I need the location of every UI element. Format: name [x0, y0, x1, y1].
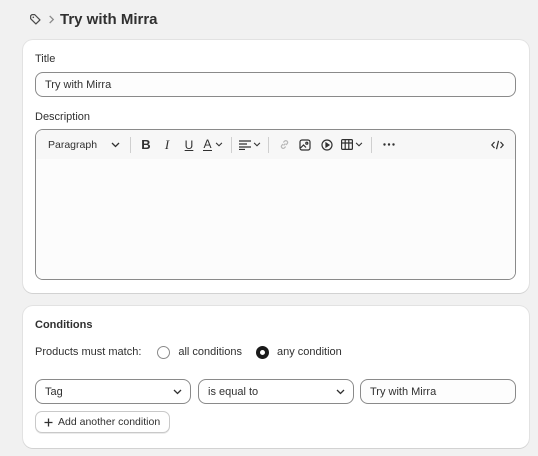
add-condition-label: Add another condition [58, 416, 161, 428]
breadcrumb-chevron-icon [48, 14, 55, 24]
italic-button[interactable]: I [156, 134, 178, 156]
text-color-button[interactable]: A [200, 134, 226, 156]
tag-icon[interactable] [28, 12, 42, 26]
page-title: Try with Mirra [60, 10, 158, 28]
condition-field-value: Tag [45, 385, 63, 398]
title-input[interactable]: Try with Mirra [35, 72, 516, 97]
chevron-down-icon [253, 142, 261, 147]
conditions-title: Conditions [35, 319, 93, 331]
condition-operator-value: is equal to [208, 385, 259, 398]
radio-any-condition-label[interactable]: any condition [277, 346, 342, 358]
paragraph-format-label: Paragraph [48, 138, 98, 151]
condition-value-text: Try with Mirra [370, 385, 437, 398]
toolbar-divider [130, 136, 131, 153]
details-card: Title Try with Mirra Description Paragra… [23, 40, 529, 293]
editor-toolbar: Paragraph B I U A [36, 130, 515, 159]
chevron-down-icon [173, 389, 182, 394]
align-left-icon [239, 139, 251, 150]
link-button[interactable] [274, 134, 294, 156]
image-icon [299, 138, 311, 151]
radio-all-conditions[interactable] [157, 345, 171, 359]
description-label: Description [35, 111, 91, 123]
toolbar-divider [231, 136, 232, 153]
page-header: Try with Mirra [28, 8, 158, 30]
chevron-down-icon [336, 389, 345, 394]
bold-button[interactable]: B [136, 134, 156, 156]
chevron-down-icon [355, 142, 363, 147]
title-label: Title [35, 53, 56, 65]
show-html-button[interactable] [487, 134, 507, 156]
underline-icon: U [184, 137, 194, 152]
match-mode-row: Products must match: all conditions any … [35, 344, 342, 360]
table-button[interactable] [338, 134, 366, 156]
chevron-down-icon [111, 142, 120, 147]
code-icon [490, 140, 504, 149]
table-icon [341, 139, 353, 150]
condition-value-input[interactable]: Try with Mirra [360, 379, 516, 404]
more-horizontal-icon [383, 143, 395, 146]
chevron-down-icon [215, 142, 222, 147]
title-input-value: Try with Mirra [45, 78, 112, 91]
image-button[interactable] [294, 134, 316, 156]
radio-any-condition[interactable] [255, 345, 269, 359]
toolbar-divider [268, 136, 269, 153]
more-actions-button[interactable] [377, 134, 401, 156]
conditions-card: Conditions Products must match: all cond… [23, 306, 529, 448]
underline-button[interactable]: U [178, 134, 200, 156]
link-icon [280, 140, 288, 149]
description-text-area[interactable] [36, 159, 515, 279]
text-color-icon: A [203, 136, 212, 151]
condition-field-select[interactable]: Tag [35, 379, 191, 404]
paragraph-format-select[interactable]: Paragraph [42, 134, 124, 156]
bold-icon: B [141, 137, 151, 152]
add-condition-button[interactable]: Add another condition [35, 411, 171, 433]
italic-icon: I [164, 136, 170, 152]
toolbar-divider [371, 136, 372, 153]
play-circle-icon [321, 138, 333, 151]
match-mode-label: Products must match: [35, 346, 142, 358]
description-editor: Paragraph B I U A [35, 129, 516, 280]
align-button[interactable] [237, 134, 263, 156]
plus-icon [44, 416, 53, 429]
video-button[interactable] [316, 134, 338, 156]
condition-operator-select[interactable]: is equal to [198, 379, 354, 404]
radio-all-conditions-label[interactable]: all conditions [178, 346, 242, 358]
